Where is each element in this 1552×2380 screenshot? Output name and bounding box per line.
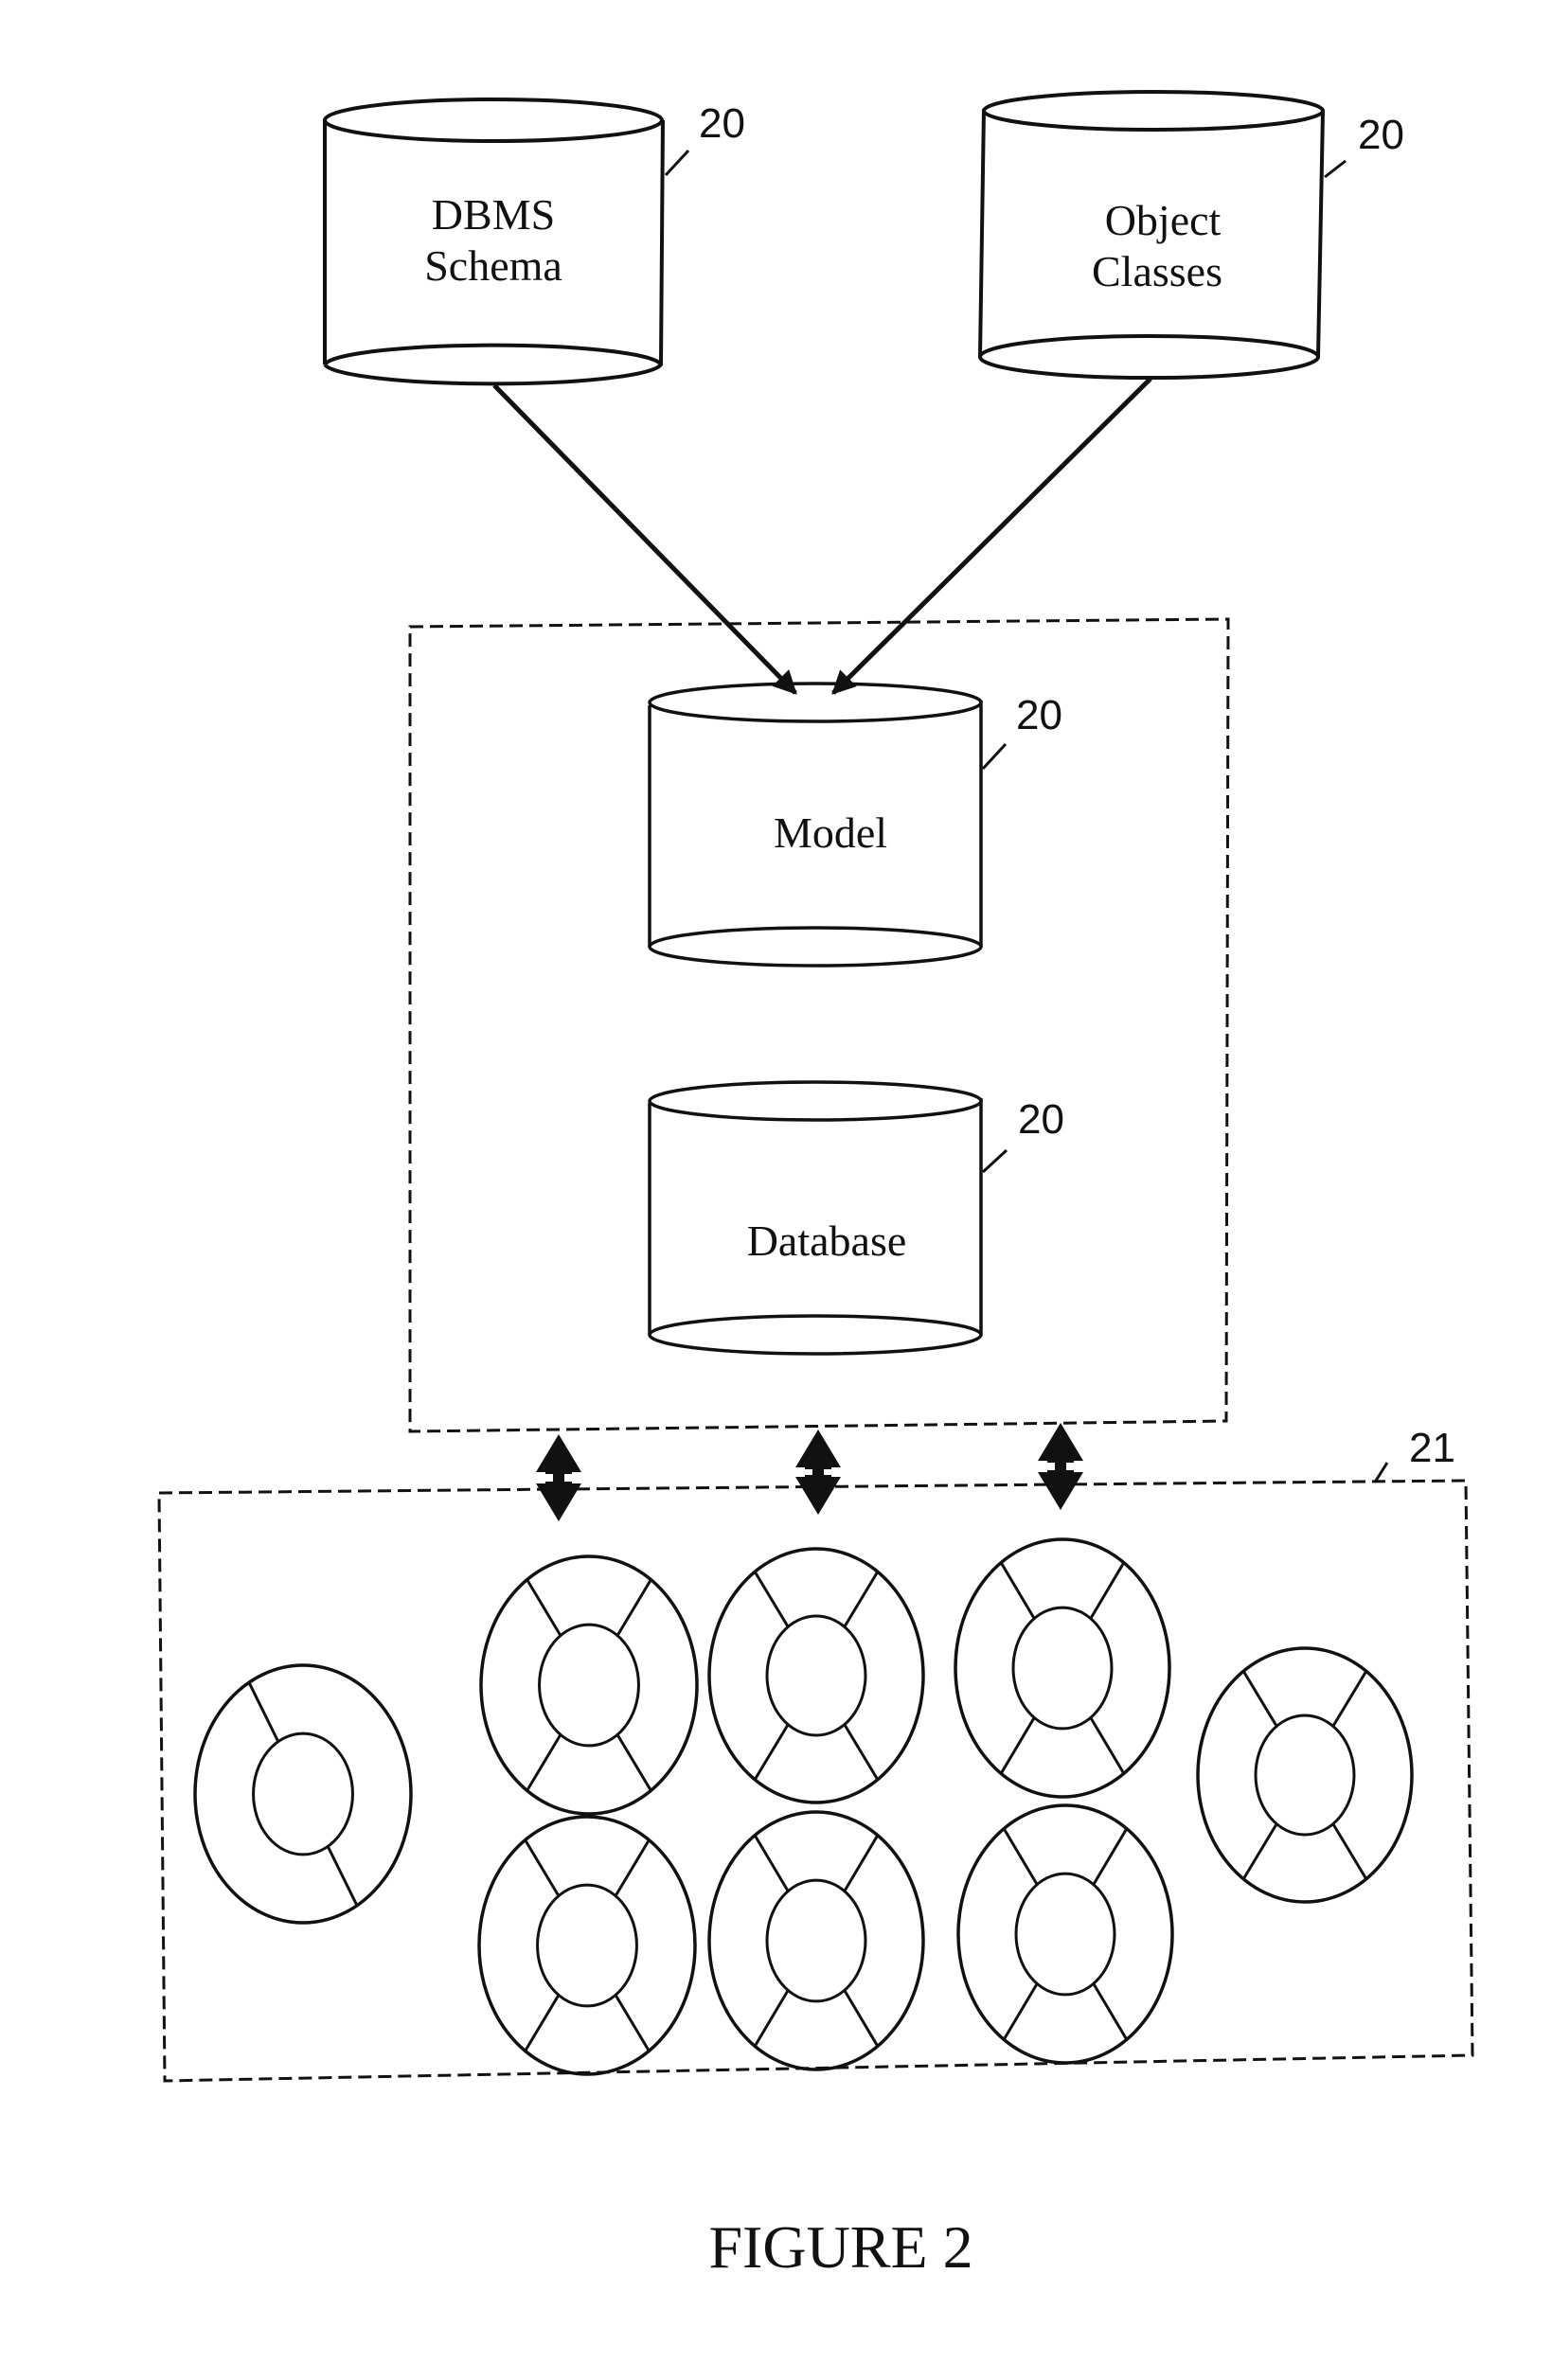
node-spoke xyxy=(1089,1716,1126,1775)
node-spoke xyxy=(1331,1822,1368,1880)
object-classes-label-line1: Object xyxy=(1105,196,1222,244)
dbms-schema-label-line1: DBMS xyxy=(432,190,555,239)
figure-diagram: DBMS Schema 20 Object Classes 20 Model 2… xyxy=(157,90,1474,2281)
ref-number: 20 xyxy=(699,100,745,147)
node-spoke xyxy=(843,1571,880,1628)
client-node xyxy=(956,1803,1174,2065)
arrow-objects-to-model xyxy=(831,377,1152,695)
node-spoke xyxy=(614,1994,651,2052)
database-cylinder: Database xyxy=(648,1080,983,1356)
client-box-ref: 21 xyxy=(1374,1425,1455,1482)
node-spoke xyxy=(1092,1982,1129,2041)
node-spoke xyxy=(999,1716,1036,1775)
node-spoke xyxy=(247,1681,280,1743)
dbms-schema-ref: 20 xyxy=(664,100,745,177)
node-spoke xyxy=(526,1578,562,1637)
arrow-dbms-to-model xyxy=(492,383,797,695)
model-label: Model xyxy=(774,808,887,857)
system-dashed-box xyxy=(408,617,1230,1433)
bidirectional-arrow xyxy=(795,1430,841,1515)
client-node xyxy=(954,1537,1171,1799)
client-node xyxy=(707,1810,925,2071)
database-ref: 20 xyxy=(981,1096,1064,1174)
node-spoke xyxy=(1002,1982,1039,2041)
node-spoke xyxy=(1241,1670,1278,1728)
client-dashed-box xyxy=(157,1479,1474,2083)
node-spoke xyxy=(326,1845,359,1907)
dbms-schema-cylinder: DBMS Schema xyxy=(323,98,665,386)
ref-number: 20 xyxy=(1018,1096,1064,1143)
dbms-schema-label-line2: Schema xyxy=(424,241,562,290)
node-spoke xyxy=(999,1561,1036,1620)
client-node xyxy=(479,1554,699,1816)
object-classes-label-line2: Classes xyxy=(1092,247,1222,295)
object-classes-ref: 20 xyxy=(1324,112,1404,179)
node-spoke xyxy=(753,1723,790,1781)
bidirectional-arrow xyxy=(1038,1423,1083,1510)
node-spoke xyxy=(1092,1827,1129,1886)
node-spoke xyxy=(526,1733,562,1792)
bidirectional-arrow xyxy=(536,1434,581,1521)
node-spoke xyxy=(1002,1827,1039,1886)
model-cylinder-body: Model xyxy=(648,682,983,968)
database-label: Database xyxy=(747,1217,907,1265)
node-spoke xyxy=(1241,1822,1278,1880)
ref-number: 20 xyxy=(1016,692,1062,738)
bidirectional-arrows xyxy=(536,1423,1083,1521)
node-spoke xyxy=(615,1578,652,1637)
figure-caption: FIGURE 2 xyxy=(708,2213,972,2281)
client-nodes xyxy=(193,1537,1414,2076)
ref-number: 21 xyxy=(1409,1425,1455,1471)
node-spoke xyxy=(615,1733,652,1792)
client-node xyxy=(707,1547,925,1804)
node-spoke xyxy=(1331,1670,1368,1728)
node-spoke xyxy=(753,1989,790,2048)
model-ref: 20 xyxy=(981,692,1062,771)
node-spoke xyxy=(843,1989,880,2048)
client-node xyxy=(1196,1646,1414,1904)
ref-number: 20 xyxy=(1358,112,1404,158)
node-spoke xyxy=(1089,1561,1126,1620)
node-spoke xyxy=(524,1838,561,1897)
node-spoke xyxy=(614,1838,651,1897)
node-spoke xyxy=(843,1834,880,1892)
node-spoke xyxy=(524,1994,561,2052)
node-spoke xyxy=(843,1723,880,1781)
node-spoke xyxy=(753,1571,790,1628)
node-spoke xyxy=(753,1834,790,1892)
object-classes-cylinder: Object Classes xyxy=(978,90,1325,381)
client-node xyxy=(193,1663,413,1925)
client-node xyxy=(477,1815,697,2076)
